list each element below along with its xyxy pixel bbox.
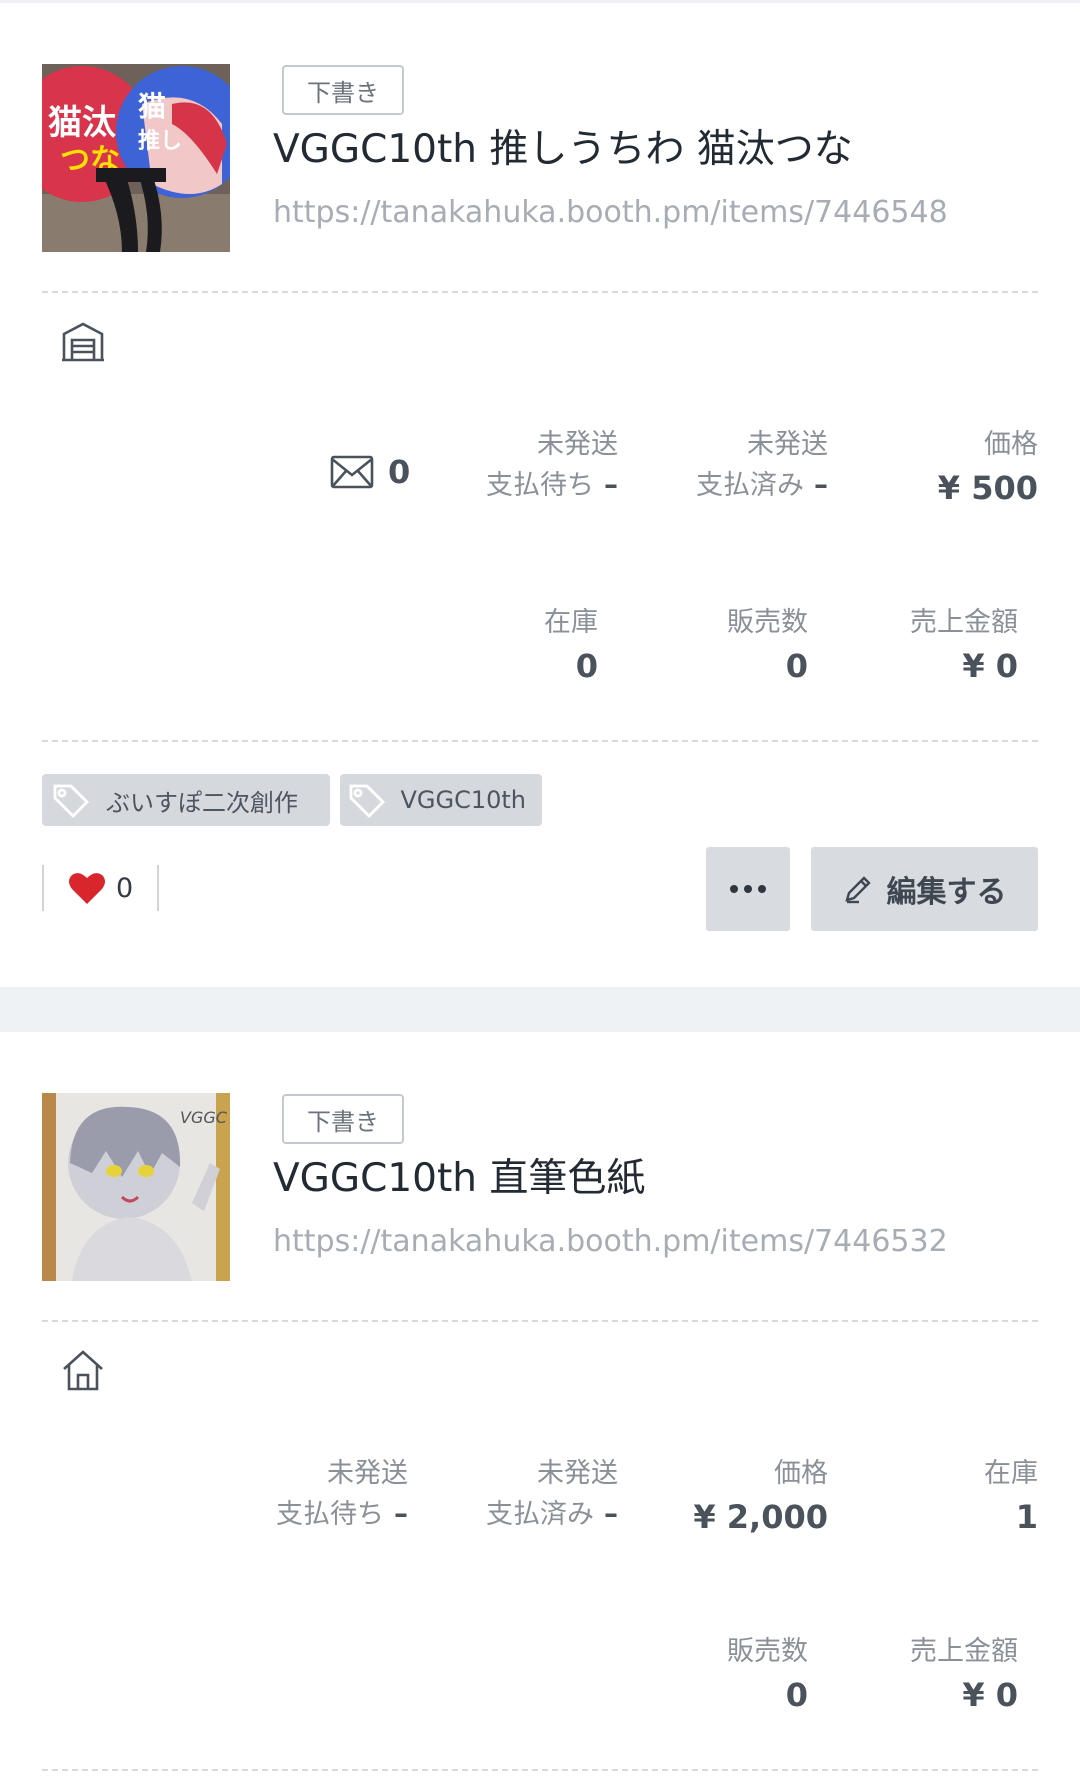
item-url[interactable]: https://tanakahuka.booth.pm/items/744654…: [273, 195, 948, 230]
ellipsis-icon: [730, 885, 766, 893]
edit-button-label: 編集する: [886, 875, 1007, 910]
heart-icon[interactable]: [68, 871, 106, 905]
divider: [42, 291, 1038, 293]
item-title[interactable]: VGGC10th 推しうちわ 猫汰つな: [273, 118, 853, 174]
unshipped-waiting-stat: 未発送 支払待ち –: [486, 429, 618, 501]
svg-text:推し: 推し: [138, 129, 182, 154]
sign-lettering: VGGC: [180, 1108, 228, 1127]
unshipped-waiting-stat: 未発送 支払待ち –: [276, 1458, 408, 1530]
fan-lettering-left: 猫汰: [48, 103, 116, 143]
separator: [42, 865, 44, 911]
item-thumbnail[interactable]: 猫汰 つな 猫 推し: [42, 64, 230, 252]
stock-stat: 在庫 1: [984, 1458, 1038, 1536]
sales-stat: 売上金額 ¥ 0: [910, 607, 1018, 685]
tag-chip[interactable]: VGGC10th: [340, 774, 542, 826]
price-stat: 価格 ¥ 2,000: [693, 1458, 828, 1536]
item-card: 猫汰 つな 猫 推し 下書き VGGC10th 推しうちわ 猫汰つな https…: [0, 3, 1080, 987]
sold-stat: 販売数 0: [727, 1636, 808, 1714]
price-stat: 価格 ¥ 500: [937, 429, 1038, 507]
status-badge: 下書き: [282, 1094, 404, 1144]
sold-stat: 販売数 0: [727, 607, 808, 685]
item-thumbnail[interactable]: VGGC: [42, 1093, 230, 1281]
tag-chip[interactable]: ぶいすぽ二次創作: [42, 774, 330, 826]
tag-icon: [346, 780, 388, 820]
messages-count: 0: [388, 453, 411, 491]
svg-text:猫: 猫: [138, 90, 166, 123]
like-counter[interactable]: 0: [42, 865, 160, 911]
status-badge: 下書き: [282, 65, 404, 115]
messages[interactable]: 0: [330, 453, 410, 491]
envelope-icon: [330, 455, 374, 489]
warehouse-icon: [60, 318, 106, 364]
divider: [42, 1320, 1038, 1322]
item-title[interactable]: VGGC10th 直筆色紙: [273, 1147, 645, 1203]
pencil-icon: [844, 876, 871, 904]
section-gap: [0, 987, 1080, 1032]
item-card: VGGC 下書き VGGC10th 直筆色紙 https://tanakahuk…: [0, 1032, 1080, 1781]
tag-label: ぶいすぽ二次創作: [106, 788, 298, 817]
sales-stat: 売上金額 ¥ 0: [910, 1636, 1018, 1714]
separator: [157, 865, 160, 911]
divider: [42, 740, 1038, 742]
tag-icon: [48, 780, 94, 820]
stock-stat: 在庫 0: [544, 607, 598, 685]
home-icon: [60, 1347, 106, 1393]
edit-button[interactable]: 編集する: [811, 847, 1038, 931]
item-url[interactable]: https://tanakahuka.booth.pm/items/744653…: [273, 1224, 948, 1259]
more-options-button[interactable]: [706, 847, 790, 931]
unshipped-paid-stat: 未発送 支払済み –: [696, 429, 828, 501]
unshipped-paid-stat: 未発送 支払済み –: [486, 1458, 618, 1530]
divider: [42, 1769, 1038, 1771]
like-count: 0: [116, 872, 134, 904]
tag-label: VGGC10th: [400, 786, 526, 814]
